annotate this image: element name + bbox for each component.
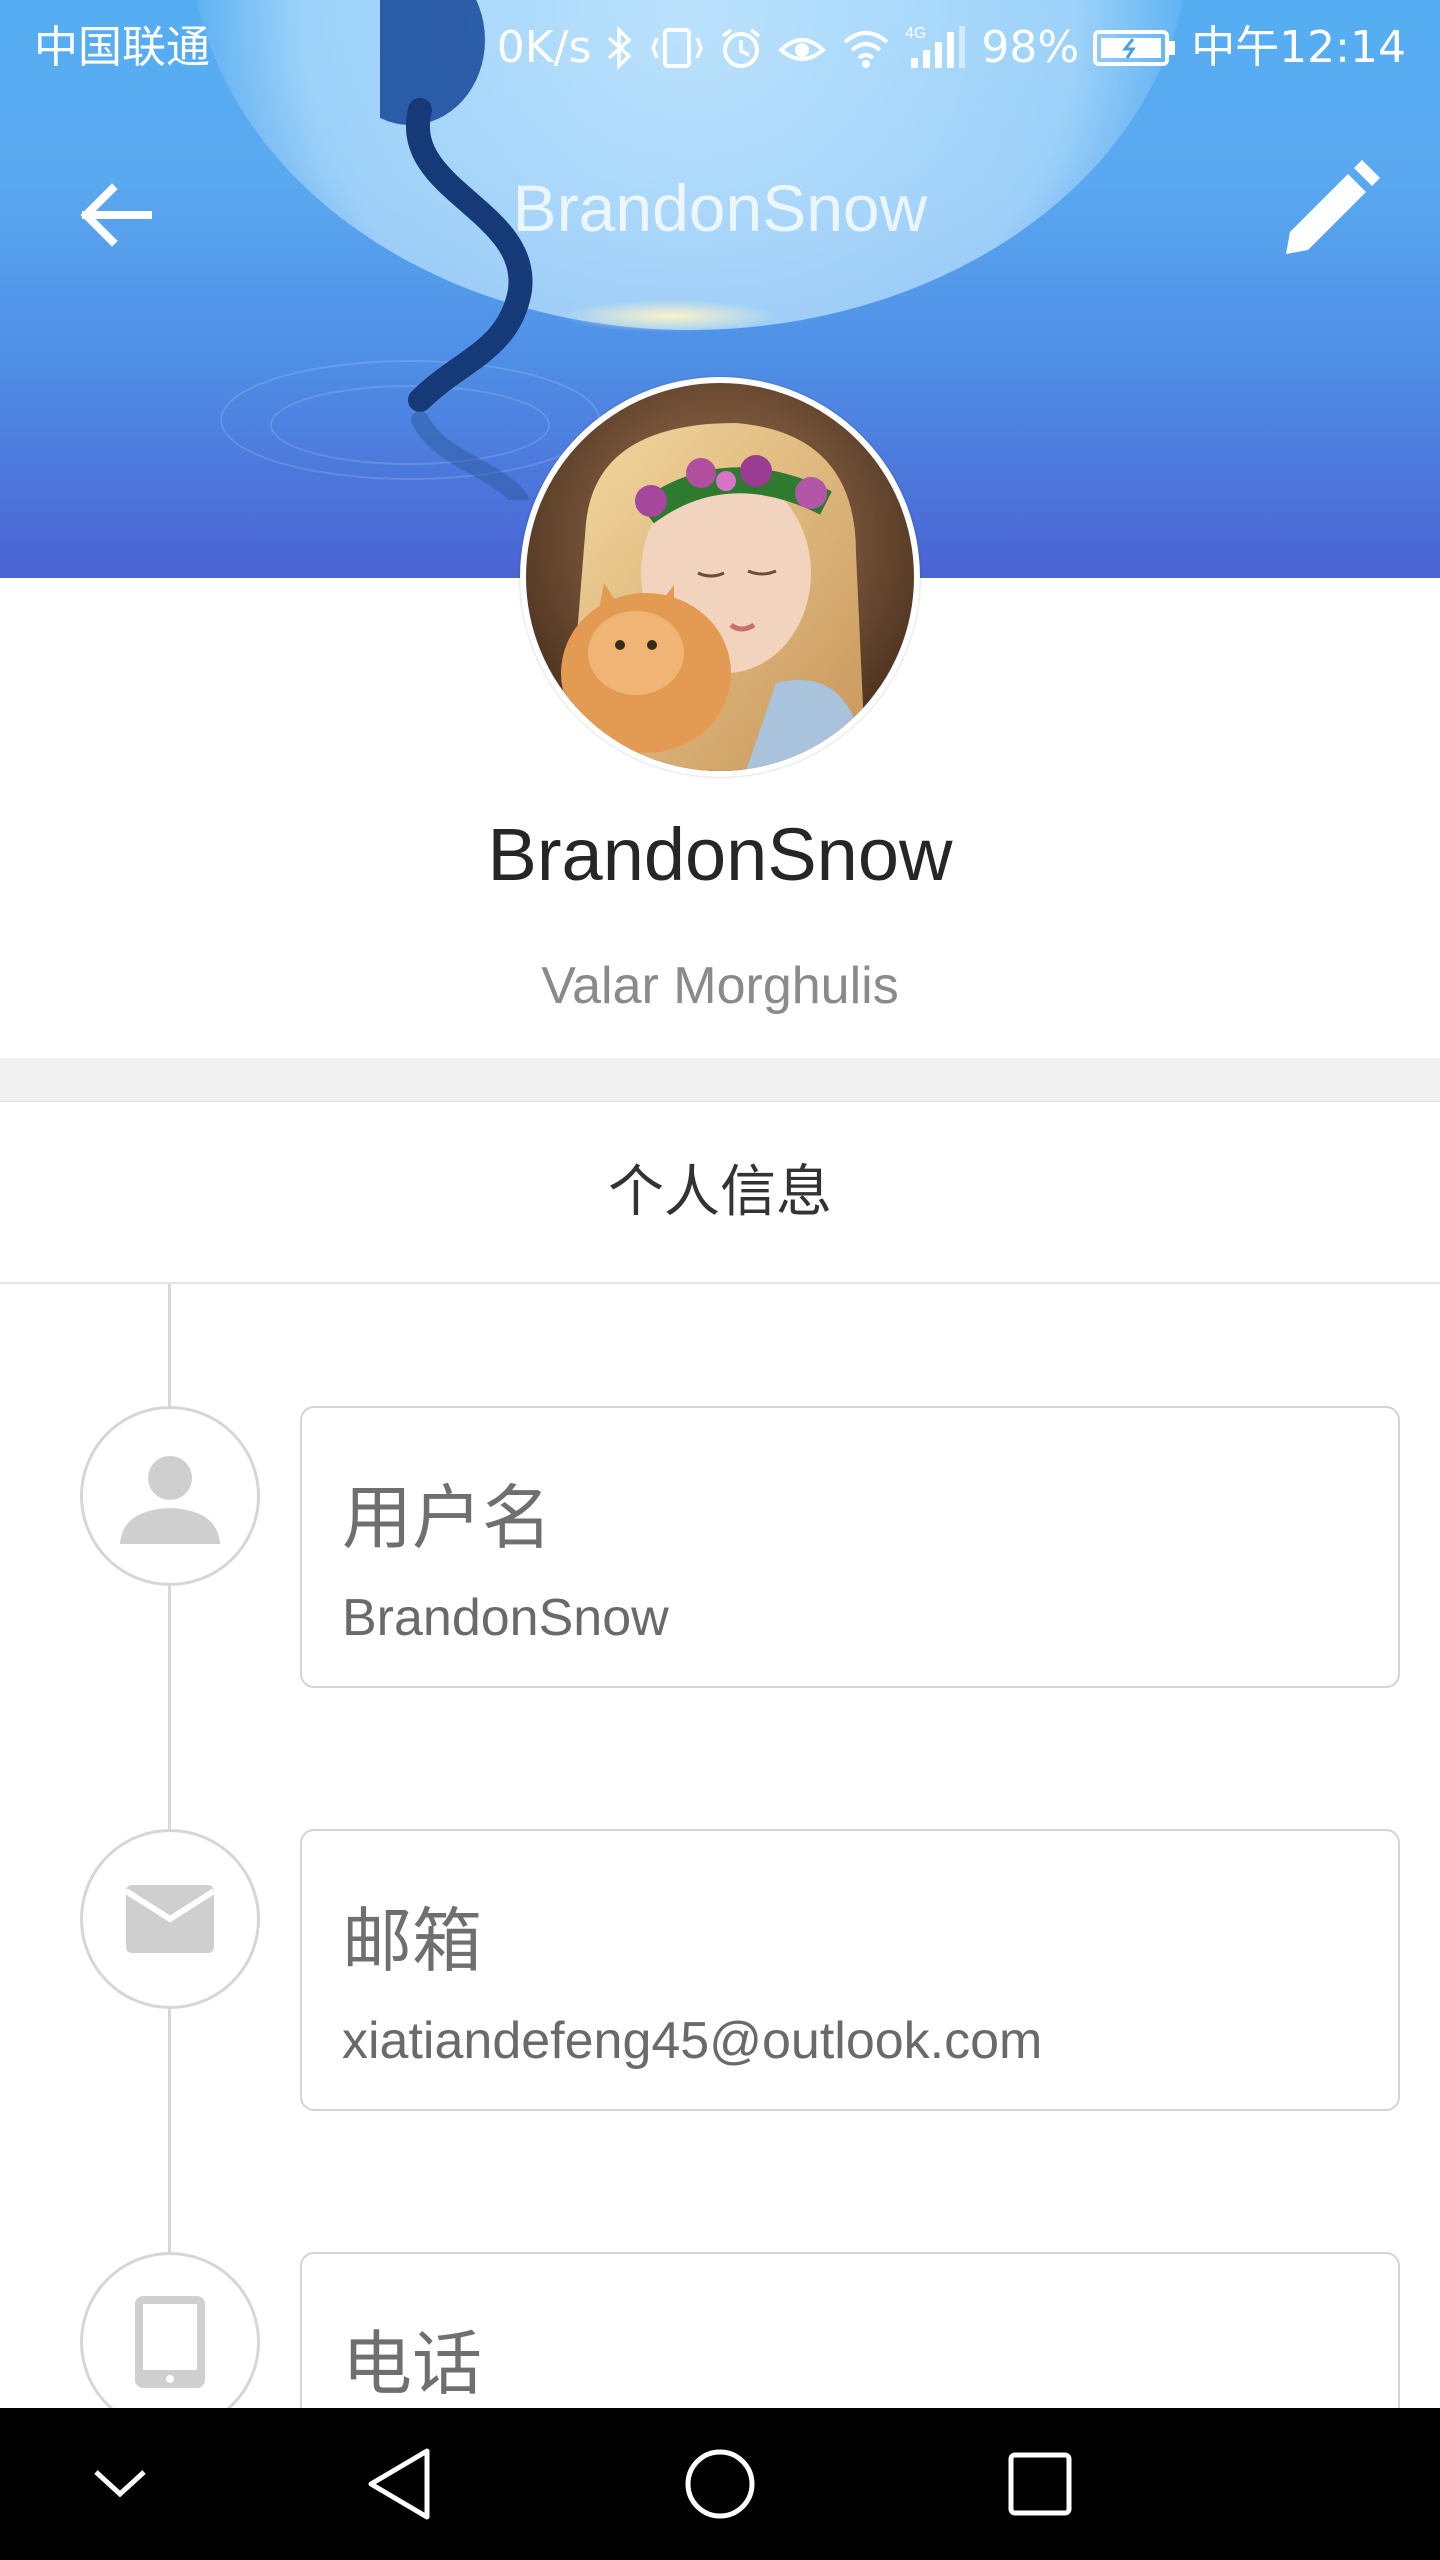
nav-back-button[interactable]: [350, 2434, 450, 2534]
edit-button[interactable]: [1270, 150, 1390, 270]
avatar-photo: [526, 383, 914, 771]
status-bar: 中国联通 0K/s 4G 98% 中午12:14: [0, 0, 1440, 96]
status-icons: 0K/s 4G 98% 中午12:14: [497, 0, 1406, 96]
profile-name: BrandonSnow: [487, 813, 953, 896]
vibrate-icon: [651, 28, 704, 68]
carrier-label: 中国联通: [34, 22, 210, 73]
email-card[interactable]: 邮箱 xiatiandefeng45@outlook.com: [300, 1829, 1400, 2111]
section-divider: [0, 1058, 1440, 1102]
username-label: 用户名: [342, 1477, 552, 1559]
alarm-icon: [722, 28, 761, 68]
circle-home-icon: [685, 2449, 755, 2519]
section-title: 个人信息: [0, 1102, 1440, 1284]
mail-icon: [124, 1885, 216, 1953]
username-card[interactable]: 用户名 BrandonSnow: [300, 1406, 1400, 1688]
username-icon-circle: [80, 1406, 260, 1586]
wifi-icon: [844, 31, 889, 68]
triangle-back-icon: [368, 2448, 430, 2520]
eye-comfort-icon: [778, 38, 827, 61]
signal-icon: 4G: [905, 25, 966, 68]
pencil-icon: [1286, 160, 1380, 254]
phone-icon-circle: [80, 2252, 260, 2432]
username-value: BrandonSnow: [342, 1589, 669, 1647]
toolbar-title: BrandonSnow: [512, 171, 928, 245]
phone-icon: [135, 2296, 205, 2388]
email-label: 邮箱: [342, 1900, 482, 1982]
toolbar: BrandonSnow: [0, 110, 1440, 310]
email-icon-circle: [80, 1829, 260, 2009]
nav-home-button[interactable]: [670, 2434, 770, 2534]
bluetooth-icon: [608, 26, 632, 70]
clock: 中午12:14: [1191, 22, 1406, 73]
square-recents-icon: [1008, 2452, 1072, 2516]
phone-label: 电话: [342, 2323, 482, 2405]
battery-charging-icon: [1093, 30, 1176, 66]
person-icon: [120, 1456, 220, 1544]
hide-nav-button[interactable]: [70, 2434, 170, 2534]
navigation-bar: [0, 2408, 1440, 2560]
svg-text:4G: 4G: [905, 25, 926, 42]
chevron-down-icon: [94, 2470, 146, 2498]
profile-motto: Valar Morghulis: [541, 957, 899, 1015]
avatar[interactable]: [520, 377, 920, 777]
nav-recents-button[interactable]: [990, 2434, 1090, 2534]
battery-percent: 98%: [981, 22, 1080, 73]
net-speed: 0K/s: [496, 22, 592, 73]
email-value: xiatiandefeng45@outlook.com: [342, 2012, 1043, 2070]
